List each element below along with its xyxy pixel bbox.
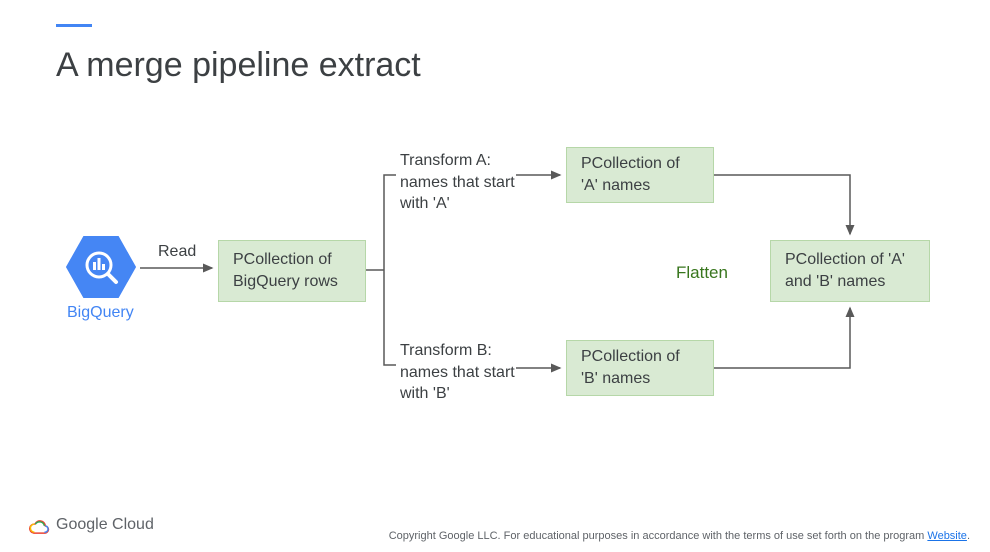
footer-copyright: Copyright Google LLC. For educational pu… [389,530,970,542]
pcollection-rows-box: PCollection of BigQuery rows [218,240,366,302]
copyright-text: Copyright Google LLC. For educational pu… [389,530,928,542]
website-link[interactable]: Website [927,530,967,542]
google-cloud-logo: Google Cloud [28,516,154,534]
pcollection-b-text: PCollection of 'B' names [581,346,699,389]
pipeline-diagram: BigQuery Read PCollection of BigQuery ro… [0,0,990,552]
flatten-label: Flatten [676,262,728,285]
read-label: Read [158,241,196,263]
transform-b-label: Transform B: names that start with 'B' [400,340,520,405]
pcollection-b-box: PCollection of 'B' names [566,340,714,396]
google-cloud-text: Google Cloud [56,516,154,534]
transform-a-label: Transform A: names that start with 'A' [400,150,520,215]
pcollection-a-box: PCollection of 'A' names [566,147,714,203]
pcollection-rows-text: PCollection of BigQuery rows [233,249,351,292]
cloud-icon [28,516,50,534]
pcollection-ab-box: PCollection of 'A' and 'B' names [770,240,930,302]
bigquery-label: BigQuery [67,304,134,322]
bigquery-icon [66,236,136,298]
pcollection-a-text: PCollection of 'A' names [581,153,699,196]
pcollection-ab-text: PCollection of 'A' and 'B' names [785,249,915,292]
